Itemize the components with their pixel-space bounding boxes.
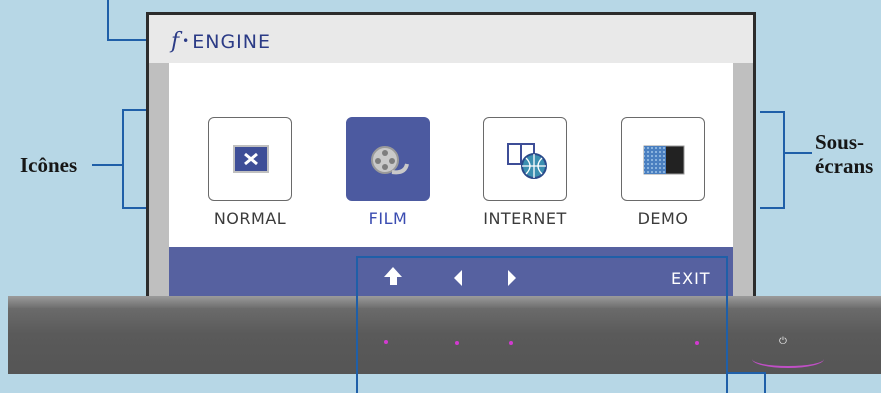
- callout-bracket-buttons-left: [356, 256, 358, 393]
- mode-tile-film[interactable]: [346, 117, 430, 201]
- globe-windows-icon: [507, 143, 547, 179]
- button-led-1[interactable]: [384, 340, 388, 344]
- mode-label-normal: NORMAL: [213, 209, 287, 228]
- callout-line-title-horizontal: [107, 39, 147, 41]
- monitor-bezel: [8, 308, 881, 374]
- osd-title-text: ENGINE: [192, 31, 271, 53]
- power-indicator-glow: [752, 350, 824, 368]
- callout-bracket-icons: [122, 109, 124, 209]
- right-arrow-icon[interactable]: [505, 268, 519, 292]
- callout-line-buttons-vertical: [764, 372, 766, 393]
- title-separator: •: [182, 34, 191, 48]
- callout-bracket-icons-top: [122, 109, 146, 111]
- mode-label-film: FILM: [368, 209, 408, 228]
- mode-tile-demo[interactable]: [621, 117, 705, 201]
- mode-tile-internet[interactable]: [483, 117, 567, 201]
- film-reel-icon: [371, 146, 409, 175]
- up-arrow-icon[interactable]: [382, 265, 404, 292]
- f-engine-logo-icon: f: [171, 29, 181, 54]
- subscreens-label-line2: écrans: [815, 154, 874, 178]
- subscreens-label: Sous- écrans: [815, 130, 873, 178]
- icons-label: Icônes: [20, 153, 78, 177]
- osd-title-bar: f • ENGINE: [149, 15, 753, 63]
- button-led-3[interactable]: [509, 341, 513, 345]
- subscreens-label-line1: Sous-: [815, 130, 865, 154]
- left-arrow-icon[interactable]: [451, 268, 465, 292]
- mode-label-demo: DEMO: [637, 209, 689, 228]
- callout-line-subscreens: [784, 152, 812, 154]
- osd-title: f • ENGINE: [171, 29, 271, 54]
- split-screen-icon: [643, 145, 685, 175]
- mode-tile-normal[interactable]: [208, 117, 292, 201]
- callout-line-title-vertical: [107, 0, 109, 40]
- osd-mode-panel: NORMAL FILM INTERNET DEMO: [169, 63, 733, 247]
- callout-bracket-subscreens-bottom: [760, 207, 784, 209]
- mode-label-internet: INTERNET: [483, 209, 567, 228]
- power-icon[interactable]: ⏻: [779, 336, 787, 347]
- button-led-2[interactable]: [455, 341, 459, 345]
- button-led-4[interactable]: [695, 341, 699, 345]
- monitor-screen: f • ENGINE NORMAL FILM INTERNET DEMO EXI…: [146, 12, 756, 312]
- monitor-bezel-top: [8, 296, 881, 308]
- exit-button[interactable]: EXIT: [671, 269, 711, 288]
- callout-line-buttons-horizontal: [728, 372, 766, 374]
- callout-bracket-subscreens-top: [760, 111, 784, 113]
- monitor-x-icon: [233, 145, 269, 173]
- callout-bracket-icons-bottom: [122, 207, 146, 209]
- callout-bracket-buttons-top: [356, 256, 728, 258]
- callout-line-icons: [92, 164, 122, 166]
- callout-bracket-subscreens: [783, 111, 785, 209]
